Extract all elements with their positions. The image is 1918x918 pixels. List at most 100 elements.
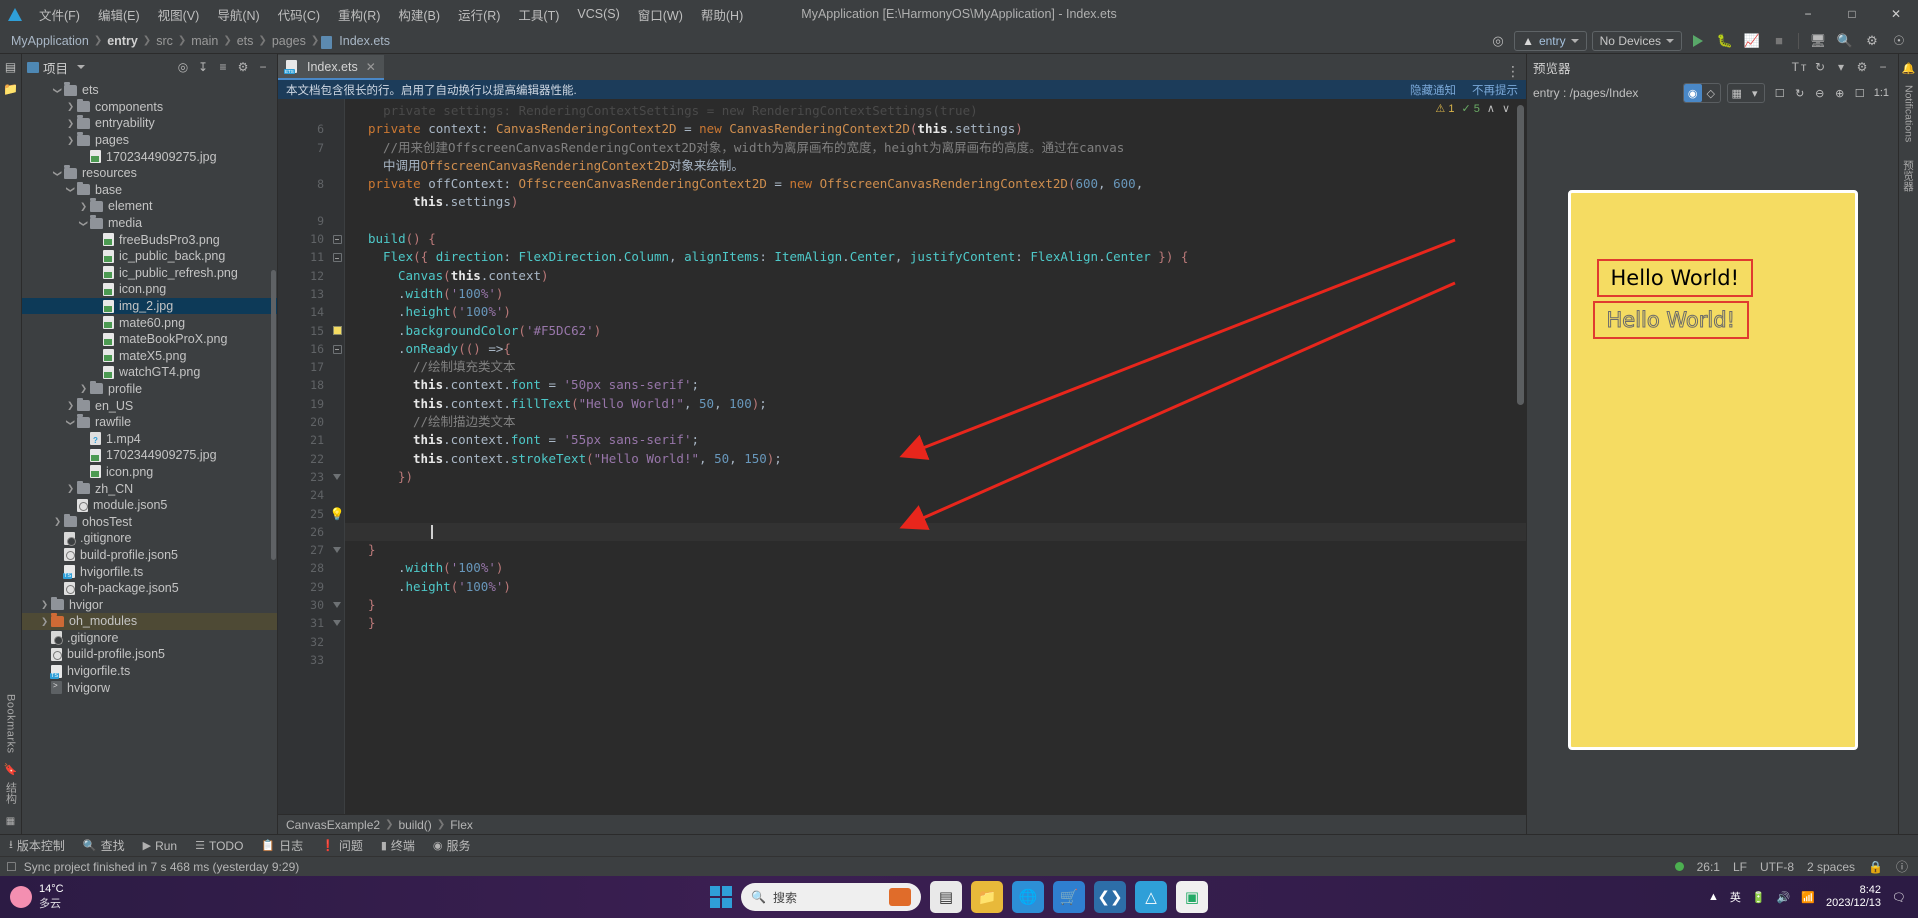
menu-edit[interactable]: 编辑(E) bbox=[89, 2, 149, 27]
start-icon[interactable] bbox=[710, 886, 732, 908]
code-line[interactable]: build() { bbox=[345, 230, 1526, 248]
menu-build[interactable]: 构建(B) bbox=[389, 2, 449, 27]
code-line[interactable]: } bbox=[345, 541, 1526, 559]
tree-node[interactable]: ❯ ets bbox=[22, 82, 277, 99]
tab-index-ets[interactable]: Index.ets ✕ bbox=[278, 55, 384, 80]
fold-cell[interactable] bbox=[330, 559, 344, 577]
chevron-right-icon[interactable]: ❯ bbox=[77, 383, 90, 394]
menu-refactor[interactable]: 重构(R) bbox=[329, 2, 389, 27]
editor-area[interactable]: 6 7 8 9 10 11 12 13 14 15 16 17 18 19 20 21 22 23 24 25 26 27… bbox=[278, 99, 1526, 814]
filter-icon[interactable]: ▾ bbox=[1832, 58, 1850, 76]
toolwin-problems[interactable]: ❗ 问题 bbox=[312, 835, 372, 857]
rotate-icon[interactable]: ↻ bbox=[1791, 84, 1809, 102]
code-line[interactable]: .height('100%') bbox=[345, 303, 1526, 321]
tree-node[interactable]: 1.mp4 bbox=[22, 430, 277, 447]
chevron-down-icon[interactable]: ❯ bbox=[78, 217, 89, 230]
run-config-selector[interactable]: ▲ entry bbox=[1514, 30, 1587, 51]
chevron-right-icon[interactable]: ❯ bbox=[64, 101, 77, 112]
tree-node[interactable]: icon.png bbox=[22, 464, 277, 481]
menu-vcs[interactable]: VCS(S) bbox=[568, 4, 628, 24]
minimize-icon[interactable]: − bbox=[1874, 58, 1892, 76]
fold-cell[interactable] bbox=[330, 157, 344, 175]
breadcrumb-file[interactable]: Index.ets bbox=[336, 34, 393, 48]
tree-node[interactable]: ❯ oh_modules bbox=[22, 613, 277, 630]
menu-window[interactable]: 窗口(W) bbox=[629, 2, 692, 27]
code-line[interactable]: this.context.font = '55px sans-serif'; bbox=[345, 431, 1526, 449]
tree-node[interactable]: mate60.png bbox=[22, 314, 277, 331]
tree-node[interactable]: ❯ profile bbox=[22, 380, 277, 398]
chevron-right-icon[interactable]: ❯ bbox=[64, 118, 77, 129]
toolwin-log[interactable]: 📋 日志 bbox=[252, 835, 312, 857]
device-preview[interactable]: Hello World! Hello World! bbox=[1567, 190, 1858, 750]
tree-node[interactable]: build-profile.json5 bbox=[22, 547, 277, 564]
tree-node[interactable]: mateX5.png bbox=[22, 348, 277, 365]
code-line[interactable]: private context: CanvasRenderingContext2… bbox=[345, 120, 1526, 138]
fold-cell[interactable] bbox=[330, 651, 344, 669]
file-encoding[interactable]: UTF-8 bbox=[1760, 860, 1794, 874]
dropdown-icon[interactable]: ▾ bbox=[1746, 84, 1764, 102]
fold-cell[interactable] bbox=[330, 139, 344, 157]
toolwin-terminal[interactable]: ▮ 终端 bbox=[372, 835, 424, 857]
line-separator[interactable]: LF bbox=[1733, 860, 1747, 874]
code-line[interactable]: 中调用OffscreenCanvasRenderingContext2D对象来绘… bbox=[345, 157, 1526, 175]
code-line[interactable]: this.context.strokeText("Hello World!", … bbox=[345, 450, 1526, 468]
code-line[interactable]: //绘制填充类文本 bbox=[345, 358, 1526, 376]
tree-node[interactable]: ❯ resources bbox=[22, 165, 277, 182]
code-line[interactable]: this.context.fillText("Hello World!", 50… bbox=[345, 395, 1526, 413]
code-line[interactable]: //用来创建OffscreenCanvasRenderingContext2D对… bbox=[345, 139, 1526, 157]
menu-file[interactable]: 文件(F) bbox=[30, 2, 89, 27]
toolwin-vcs[interactable]: ⭳ 版本控制 bbox=[0, 835, 74, 857]
breadcrumb-src[interactable]: src bbox=[153, 34, 176, 48]
maximize-button[interactable]: □ bbox=[1830, 0, 1874, 28]
code-line[interactable] bbox=[345, 633, 1526, 651]
code-line[interactable]: }) bbox=[345, 468, 1526, 486]
taskbar-clock[interactable]: 8:42 2023/12/13 bbox=[1826, 884, 1881, 909]
fold-cell[interactable] bbox=[330, 340, 344, 358]
fold-cell[interactable] bbox=[330, 486, 344, 504]
edge-icon[interactable]: 🌐 bbox=[1012, 881, 1044, 913]
tree-node[interactable]: hvigorfile.ts bbox=[22, 563, 277, 580]
editor-scrollbar[interactable] bbox=[1517, 105, 1524, 405]
indent-setting[interactable]: 2 spaces bbox=[1807, 860, 1855, 874]
expand-icon[interactable]: ≡ bbox=[214, 58, 232, 76]
code-line[interactable]: .height('100%') bbox=[345, 578, 1526, 596]
menu-view[interactable]: 视图(V) bbox=[149, 2, 209, 27]
menu-run[interactable]: 运行(R) bbox=[449, 2, 509, 27]
network-icon[interactable]: 📶 bbox=[1801, 891, 1815, 904]
bulb-icon[interactable]: 💡 bbox=[330, 507, 345, 521]
fold-cell[interactable] bbox=[330, 175, 344, 193]
fold-cell[interactable] bbox=[330, 450, 344, 468]
toolwin-todo[interactable]: ☰ TODO bbox=[186, 835, 252, 857]
refresh-icon[interactable]: ↻ bbox=[1811, 58, 1829, 76]
fold-cell[interactable]: 💡 bbox=[330, 505, 345, 523]
breadcrumb-class[interactable]: CanvasExample2 bbox=[286, 818, 380, 832]
tree-node[interactable]: 1702344909275.jpg bbox=[22, 447, 277, 464]
code-content[interactable]: private settings: RenderingContextSettin… bbox=[345, 99, 1526, 814]
language-indicator[interactable]: 英 bbox=[1730, 889, 1741, 905]
tree-node[interactable]: watchGT4.png bbox=[22, 364, 277, 381]
previewer-rail-label[interactable]: 预览器 bbox=[1901, 160, 1916, 192]
code-line[interactable]: this.context.font = '50px sans-serif'; bbox=[345, 376, 1526, 394]
chevron-right-icon[interactable]: ❯ bbox=[64, 400, 77, 411]
prev-problem-icon[interactable]: ∧ bbox=[1487, 102, 1495, 115]
minimize-icon[interactable]: − bbox=[254, 58, 272, 76]
weather-widget[interactable]: 14°C 多云 bbox=[0, 883, 170, 911]
next-problem-icon[interactable]: ∨ bbox=[1502, 102, 1510, 115]
fold-cell[interactable] bbox=[330, 285, 344, 303]
code-line[interactable]: .backgroundColor('#F5DC62') bbox=[345, 322, 1526, 340]
crop-icon[interactable]: ☐ bbox=[1771, 84, 1789, 102]
zoom-in-icon[interactable]: ⊕ bbox=[1831, 84, 1849, 102]
settings-icon[interactable]: ⚙ bbox=[234, 58, 252, 76]
tree-node[interactable]: build-profile.json5 bbox=[22, 646, 277, 663]
previewer-canvas[interactable]: Hello World! Hello World! bbox=[1527, 106, 1898, 834]
chevron-down-icon[interactable]: ❯ bbox=[52, 167, 63, 180]
device-selector[interactable]: No Devices bbox=[1591, 30, 1682, 51]
run-icon[interactable] bbox=[1687, 31, 1709, 51]
error-count[interactable]: ✓ 5 bbox=[1461, 102, 1479, 115]
fold-expand-icon[interactable] bbox=[333, 474, 341, 481]
app-icon[interactable]: ▣ bbox=[1176, 881, 1208, 913]
folder-tool-icon[interactable]: 📁 bbox=[2, 80, 20, 98]
layers-icon[interactable]: ◇ bbox=[1702, 84, 1720, 102]
bookmark-icon[interactable]: 🔖 bbox=[2, 760, 20, 778]
project-tool-icon[interactable]: ▤ bbox=[2, 58, 20, 76]
